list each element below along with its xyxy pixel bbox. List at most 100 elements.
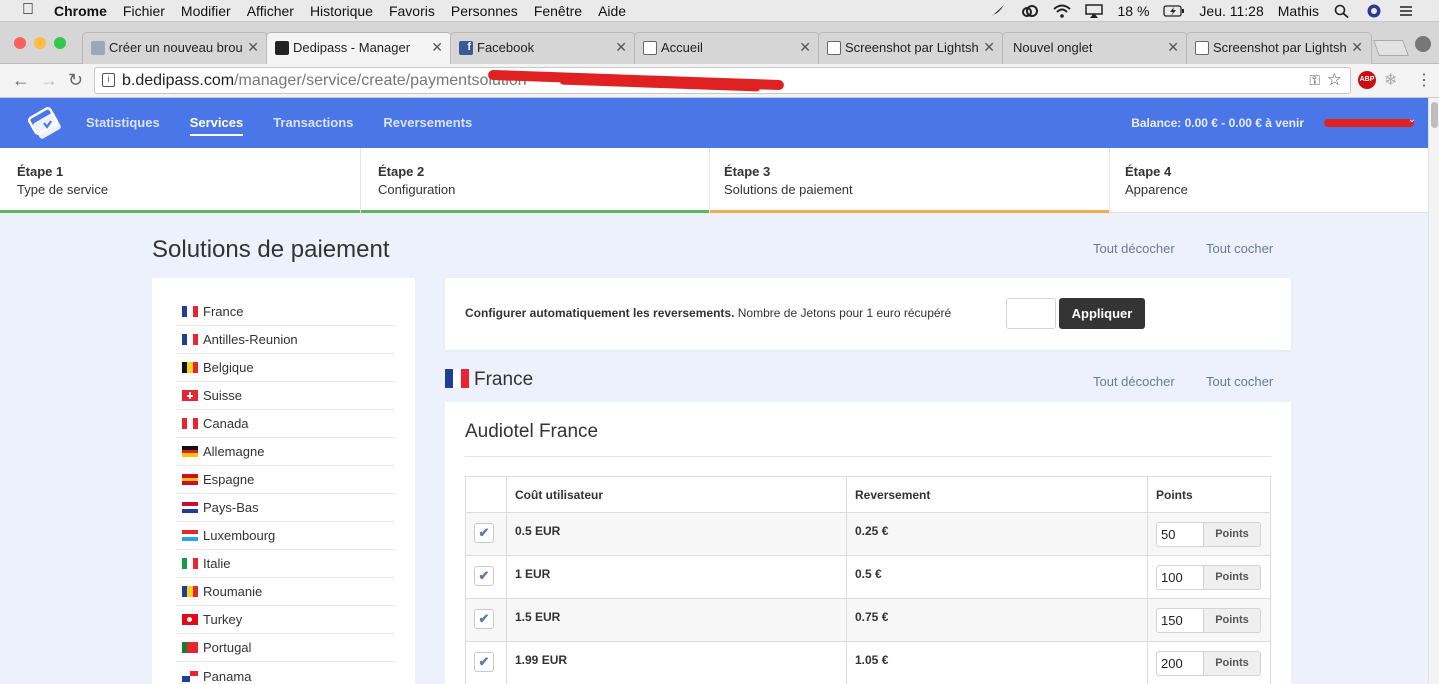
page-info-icon[interactable]: i <box>102 73 115 87</box>
country-item[interactable]: Allemagne <box>176 438 395 466</box>
country-item[interactable]: Belgique <box>176 354 395 382</box>
country-item[interactable]: Canada <box>176 410 395 438</box>
check-all-link[interactable]: Tout cocher <box>1206 241 1273 256</box>
minimize-window-button[interactable] <box>34 37 46 49</box>
tab-screenshot-1[interactable]: Screenshot par Lightsh ✕ <box>818 32 1004 64</box>
zoom-window-button[interactable] <box>54 37 66 49</box>
cost-cell: 1.99 EUR <box>506 641 847 684</box>
country-item[interactable]: Luxembourg <box>176 522 395 550</box>
country-item[interactable]: Turkey <box>176 606 395 634</box>
menu-fenetre[interactable]: Fenêtre <box>534 3 582 19</box>
country-item[interactable]: Portugal <box>176 634 395 662</box>
bookmark-star-icon[interactable]: ☆ <box>1327 70 1342 90</box>
user-name[interactable]: Mathis <box>1278 3 1319 19</box>
menu-afficher[interactable]: Afficher <box>247 3 294 19</box>
points-input[interactable]: 50 <box>1156 522 1204 547</box>
menu-favoris[interactable]: Favoris <box>389 3 435 19</box>
main-nav: Statistiques Services Transactions Rever… <box>86 115 472 136</box>
nav-services[interactable]: Services <box>189 115 244 136</box>
new-tab-button[interactable] <box>1373 40 1409 56</box>
uncheck-all-link[interactable]: Tout décocher <box>1093 241 1175 256</box>
country-name: Canada <box>203 416 249 431</box>
adblock-plus-icon[interactable]: ABP <box>1358 71 1376 89</box>
points-input[interactable]: 200 <box>1156 651 1204 676</box>
nav-transactions[interactable]: Transactions <box>273 115 353 136</box>
airplay-icon[interactable] <box>1085 4 1104 18</box>
tab-dedipass-manager[interactable]: Dedipass - Manager ✕ <box>266 32 452 65</box>
page-scrollbar[interactable] <box>1428 98 1439 684</box>
profile-icon[interactable] <box>1415 36 1431 52</box>
app-menu[interactable]: Chrome <box>54 3 107 19</box>
tab-nouvel-onglet[interactable]: Nouvel onglet ✕ <box>1002 32 1188 64</box>
page-favicon-icon <box>643 41 657 55</box>
country-item[interactable]: Antilles-Reunion <box>176 326 395 354</box>
flag-icon <box>182 446 198 458</box>
country-list: France Antilles-Reunion Belgique Suisse Cana… <box>152 278 415 684</box>
chevron-down-icon[interactable]: ⌄ <box>1408 114 1416 125</box>
extension-snowflake-icon[interactable]: ❄ <box>1384 70 1397 90</box>
row-checkbox[interactable]: ✔ <box>474 652 494 672</box>
country-item[interactable]: Suisse <box>176 382 395 410</box>
tab-screenshot-2[interactable]: Screenshot par Lightsh ✕ <box>1186 32 1372 64</box>
battery-charging-icon[interactable] <box>1163 4 1185 18</box>
back-arrow-icon[interactable]: ← <box>12 70 30 91</box>
tab-close-icon[interactable]: ✕ <box>983 39 995 56</box>
country-item[interactable]: Pays-Bas <box>176 494 395 522</box>
spotlight-search-icon[interactable] <box>1333 4 1351 18</box>
points-input[interactable]: 100 <box>1156 565 1204 590</box>
points-cell: 200 Points <box>1147 641 1271 684</box>
section-check-all-link[interactable]: Tout cocher <box>1206 374 1273 389</box>
tab-close-icon[interactable]: ✕ <box>799 39 811 56</box>
notification-center-icon[interactable] <box>1397 4 1415 18</box>
country-item[interactable]: Panama <box>176 662 395 684</box>
forward-arrow-icon[interactable]: → <box>40 70 58 91</box>
nav-statistiques[interactable]: Statistiques <box>86 115 160 136</box>
country-item[interactable]: Espagne <box>176 466 395 494</box>
row-checkbox[interactable]: ✔ <box>474 566 494 586</box>
tab-close-icon[interactable]: ✕ <box>431 39 443 56</box>
menu-modifier[interactable]: Modifier <box>181 3 231 19</box>
tab-close-icon[interactable]: ✕ <box>1167 39 1179 56</box>
menu-fichier[interactable]: Fichier <box>123 3 165 19</box>
row-checkbox[interactable]: ✔ <box>474 609 494 629</box>
chrome-menu-icon[interactable]: ⋮ <box>1416 70 1432 90</box>
flag-icon <box>182 558 198 569</box>
tab-creer-brouillon[interactable]: Créer un nouveau brou ✕ <box>82 32 268 64</box>
nav-reversements[interactable]: Reversements <box>383 115 472 136</box>
row-checkbox[interactable]: ✔ <box>474 523 494 543</box>
menu-aide[interactable]: Aide <box>598 3 626 19</box>
siri-icon[interactable] <box>1365 4 1383 18</box>
step-2[interactable]: Étape 2 Configuration <box>361 148 710 213</box>
apply-button[interactable]: Appliquer <box>1059 298 1145 329</box>
tab-close-icon[interactable]: ✕ <box>247 39 259 56</box>
close-window-button[interactable] <box>14 37 26 49</box>
step-4[interactable]: Étape 4 Apparence <box>1110 148 1428 213</box>
country-item[interactable]: France <box>176 298 395 326</box>
menu-personnes[interactable]: Personnes <box>451 3 518 19</box>
cost-cell: 1.5 EUR <box>506 598 847 642</box>
key-icon[interactable]: ⚿ <box>1309 72 1320 89</box>
country-item[interactable]: Roumanie <box>176 578 395 606</box>
table-row: ✔ 1.5 EUR 0.75 €150 Points <box>465 598 1271 642</box>
tokens-per-euro-input[interactable] <box>1006 298 1056 329</box>
creative-cloud-icon[interactable] <box>1021 4 1039 18</box>
user-menu[interactable] <box>1324 119 1414 127</box>
step-3[interactable]: Étape 3 Solutions de paiement <box>710 148 1110 213</box>
tab-facebook[interactable]: f Facebook ✕ <box>450 32 636 64</box>
menu-historique[interactable]: Historique <box>310 3 373 19</box>
country-item[interactable]: Italie <box>176 550 395 578</box>
points-input[interactable]: 150 <box>1156 608 1204 633</box>
wifi-icon[interactable] <box>1053 4 1072 18</box>
reload-icon[interactable]: ↻ <box>68 70 83 91</box>
tab-close-icon[interactable]: ✕ <box>1351 39 1363 56</box>
tab-accueil[interactable]: Accueil ✕ <box>634 32 820 64</box>
dedipass-logo-icon[interactable] <box>26 107 62 139</box>
tab-close-icon[interactable]: ✕ <box>615 39 627 56</box>
apple-menu-icon[interactable]:  <box>22 1 34 19</box>
feather-icon[interactable] <box>989 4 1007 18</box>
clock[interactable]: Jeu. 11:28 <box>1199 3 1263 19</box>
flag-icon <box>182 670 198 682</box>
scrollbar-thumb[interactable] <box>1431 102 1438 128</box>
step-1[interactable]: Étape 1 Type de service <box>0 148 361 213</box>
section-uncheck-all-link[interactable]: Tout décocher <box>1093 374 1175 389</box>
